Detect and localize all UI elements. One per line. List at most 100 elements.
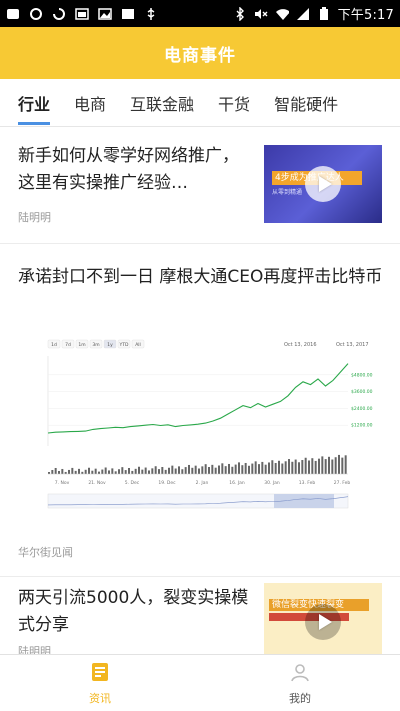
x-tick-label: 27. Feb xyxy=(334,480,351,486)
loading-icon xyxy=(52,7,66,21)
volume-bar xyxy=(228,463,230,474)
range-button-label: 1d xyxy=(51,342,57,348)
volume-bar xyxy=(188,464,190,474)
usb-icon xyxy=(144,7,158,21)
range-button-label: All xyxy=(135,342,141,348)
volume-bar xyxy=(211,464,214,474)
volume-bar xyxy=(88,467,90,474)
volume-bar xyxy=(244,462,247,474)
tab-practical[interactable]: 干货 xyxy=(218,79,250,127)
x-tick-label: 21. Nov xyxy=(88,480,106,486)
volume-bar xyxy=(71,467,74,474)
volume-bar xyxy=(241,465,244,474)
volume-bar xyxy=(234,464,237,474)
page-title: 电商事件 xyxy=(164,45,236,66)
tab-industry[interactable]: 行业 xyxy=(18,79,51,127)
volume-bar xyxy=(341,457,344,474)
x-tick-label: 7. Nov xyxy=(55,480,70,486)
volume-bar xyxy=(291,461,294,474)
article-source: 陆明明 xyxy=(18,211,51,224)
volume-bar xyxy=(128,468,130,474)
volume-bar xyxy=(154,466,157,474)
price-chart: 1d 7d 1m 3m 1y YTD All Oct 13, 2016 Oct 13, 20… xyxy=(47,339,373,509)
volume-bar xyxy=(104,467,107,474)
volume-bar xyxy=(191,467,194,474)
volume-bar xyxy=(68,469,70,474)
article-title: 新手如何从零学好网络推广，这里有实操推广经验… xyxy=(18,146,239,193)
volume-bar xyxy=(298,462,300,474)
volume-bar xyxy=(74,470,77,474)
range-button-label: 1m xyxy=(78,342,85,348)
volume-bar xyxy=(264,464,267,474)
article-title: 两天引流5000人，裂变实操模式分享 xyxy=(18,588,249,635)
y-tick-label: $1200.00 xyxy=(351,423,373,429)
wechat-icon xyxy=(6,7,20,21)
chart-series-line xyxy=(47,363,349,434)
chart-date-from: Oct 13, 2016 xyxy=(284,342,317,348)
article-item[interactable]: 新手如何从零学好网络推广，这里有实操推广经验… 陆明明 4步成为推广达人 从零到… xyxy=(0,127,400,244)
volume-bar xyxy=(208,467,210,474)
y-tick-label: $4800.00 xyxy=(351,372,373,378)
volume-bar xyxy=(201,466,204,474)
volume-bar xyxy=(301,460,304,474)
tab-internet-finance[interactable]: 互联金融 xyxy=(130,79,194,127)
volume-bar xyxy=(64,471,67,474)
chart-x-ticks: 7. Nov 21. Nov 5. Dec 19. Dec 2. Jan 16. Jan 3… xyxy=(55,480,351,486)
nav-news[interactable]: 资讯 xyxy=(0,655,200,711)
chart-range-buttons: 1d 7d 1m 3m 1y YTD All xyxy=(47,339,145,349)
volume-bar xyxy=(198,468,200,474)
volume-bar xyxy=(118,469,120,474)
x-tick-label: 13. Feb xyxy=(299,480,316,486)
volume-bar xyxy=(221,463,224,474)
volume-bar xyxy=(51,469,54,474)
play-icon[interactable] xyxy=(305,604,341,640)
range-button-label: 7d xyxy=(65,342,71,348)
volume-bar xyxy=(84,469,87,474)
image-icon xyxy=(98,7,112,21)
volume-bar xyxy=(124,470,127,474)
video-thumbnail[interactable]: 4步成为推广达人 从零到精通 xyxy=(264,145,382,223)
volume-bar xyxy=(58,470,60,474)
article-item[interactable]: 承诺封口不到一日 摩根大通CEO再度抨击比特币 1d 7d 1m 3m 1y YTD All… xyxy=(0,244,400,577)
volume-bar xyxy=(308,460,310,474)
volume-bar xyxy=(231,466,234,474)
profile-icon xyxy=(288,660,312,688)
volume-bar xyxy=(251,463,254,474)
volume-bar xyxy=(338,454,340,474)
volume-bar xyxy=(168,467,170,474)
status-bar: 下午5:17 xyxy=(0,0,400,27)
volume-bar xyxy=(334,457,337,474)
tab-smart-hardware[interactable]: 智能硬件 xyxy=(274,79,338,127)
volume-bar xyxy=(158,469,160,474)
volume-bar xyxy=(131,470,134,474)
volume-bar xyxy=(218,465,220,474)
volume-bar xyxy=(181,469,184,474)
volume-bar xyxy=(194,465,197,474)
volume-bar xyxy=(318,458,320,474)
news-icon xyxy=(88,660,112,688)
bluetooth-icon xyxy=(233,6,247,21)
video-thumbnail[interactable]: 微信裂变快速裂变 xyxy=(264,583,382,654)
nav-profile[interactable]: 我的 xyxy=(200,655,400,711)
x-tick-label: 2. Jan xyxy=(196,480,209,486)
volume-bar xyxy=(324,459,327,474)
volume-bar xyxy=(258,464,260,474)
volume-bar xyxy=(144,467,147,474)
article-item[interactable]: 两天引流5000人，裂变实操模式分享 陆明明 微信裂变快速裂变 xyxy=(0,577,400,654)
circle-icon xyxy=(29,7,43,21)
volume-bar xyxy=(48,472,50,474)
volume-bar xyxy=(54,467,57,474)
volume-bar xyxy=(81,471,84,474)
volume-bar xyxy=(304,457,307,474)
play-icon[interactable] xyxy=(305,166,341,202)
nav-profile-label: 我的 xyxy=(289,692,311,705)
x-tick-label: 19. Dec xyxy=(158,480,176,486)
image-icon xyxy=(121,7,135,21)
volume-bar xyxy=(111,468,114,474)
battery-icon xyxy=(317,6,331,21)
volume-bar xyxy=(274,463,277,474)
volume-bar xyxy=(254,461,257,474)
nav-news-label: 资讯 xyxy=(89,692,111,705)
volume-bar xyxy=(61,468,64,474)
tab-ecommerce[interactable]: 电商 xyxy=(74,79,106,127)
